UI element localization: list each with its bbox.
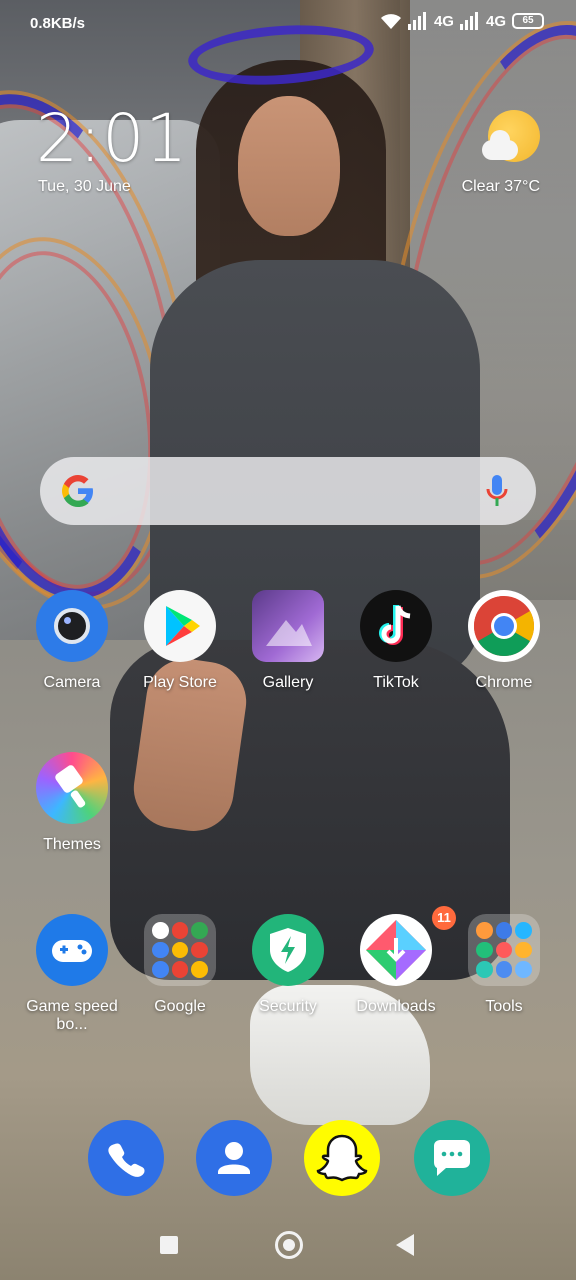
wallpaper-person-face xyxy=(238,96,340,236)
home-circle-icon[interactable] xyxy=(275,1231,303,1259)
google-search-bar[interactable] xyxy=(40,457,536,525)
tools-folder-icon xyxy=(468,914,540,986)
app-chrome[interactable]: Chrome xyxy=(450,590,558,692)
dock-phone[interactable] xyxy=(88,1120,164,1196)
signal-icon xyxy=(407,12,428,30)
gamepad-icon xyxy=(36,914,108,986)
battery-icon: 65 xyxy=(512,13,544,29)
status-bar: 0.8KB/s 4G 4G 65 xyxy=(0,0,576,48)
downloads-icon xyxy=(360,914,432,986)
app-label: Gallery xyxy=(262,674,314,691)
contacts-icon xyxy=(196,1142,272,1200)
tiktok-icon xyxy=(360,590,432,662)
microphone-icon[interactable] xyxy=(484,473,510,511)
app-label: Security xyxy=(259,998,317,1015)
app-camera[interactable]: Camera xyxy=(18,590,126,692)
network-type-1: 4G xyxy=(433,12,454,30)
chat-bubble-icon xyxy=(414,1140,490,1200)
clock-time[interactable]: 2:01 xyxy=(36,100,188,177)
app-gallery[interactable]: Gallery xyxy=(234,590,342,692)
dock-messaging[interactable] xyxy=(414,1120,490,1196)
app-label: Tools xyxy=(485,998,523,1015)
weather-text[interactable]: Clear 37°C xyxy=(462,178,540,196)
app-security[interactable]: Security xyxy=(234,914,342,1016)
shield-lightning-icon xyxy=(252,914,324,986)
chrome-icon xyxy=(468,590,540,662)
gallery-icon xyxy=(252,590,324,662)
app-game-speed-booster[interactable]: Game speed bo... xyxy=(18,914,126,1034)
camera-icon xyxy=(36,590,108,662)
play-store-icon xyxy=(144,590,216,662)
app-play-store[interactable]: Play Store xyxy=(126,590,234,692)
signal-icon-2 xyxy=(459,12,480,30)
recents-square-icon[interactable] xyxy=(160,1236,178,1254)
phone-icon xyxy=(88,1143,164,1200)
app-label: Camera xyxy=(43,674,101,691)
app-downloads[interactable]: 11 Downloads xyxy=(342,906,456,1016)
clock-date[interactable]: Tue, 30 June xyxy=(38,178,131,196)
back-triangle-icon[interactable] xyxy=(396,1234,414,1256)
folder-tools[interactable]: Tools xyxy=(450,914,558,1016)
themes-brush-icon xyxy=(36,752,108,824)
app-label: Themes xyxy=(43,836,101,853)
app-label: Downloads xyxy=(356,998,436,1015)
wifi-icon xyxy=(380,12,402,30)
app-label: Play Store xyxy=(143,674,217,691)
status-indicators: 4G 4G 65 xyxy=(380,12,544,30)
folder-google[interactable]: Google xyxy=(126,914,234,1016)
app-label: Google xyxy=(154,998,206,1015)
app-label: Chrome xyxy=(475,674,533,691)
partly-sunny-icon[interactable] xyxy=(482,108,542,168)
app-label: Game speed bo... xyxy=(26,998,118,1033)
app-label: TikTok xyxy=(373,674,419,691)
network-type-2: 4G xyxy=(485,12,506,30)
dock-contacts[interactable] xyxy=(196,1120,272,1196)
app-themes[interactable]: Themes xyxy=(18,752,126,854)
google-folder-icon xyxy=(144,914,216,986)
network-speed: 0.8KB/s xyxy=(30,15,86,32)
app-tiktok[interactable]: TikTok xyxy=(342,590,450,692)
google-g-icon xyxy=(60,473,96,509)
snapchat-ghost-icon xyxy=(304,1134,380,1200)
dock-snapchat[interactable] xyxy=(304,1120,380,1196)
